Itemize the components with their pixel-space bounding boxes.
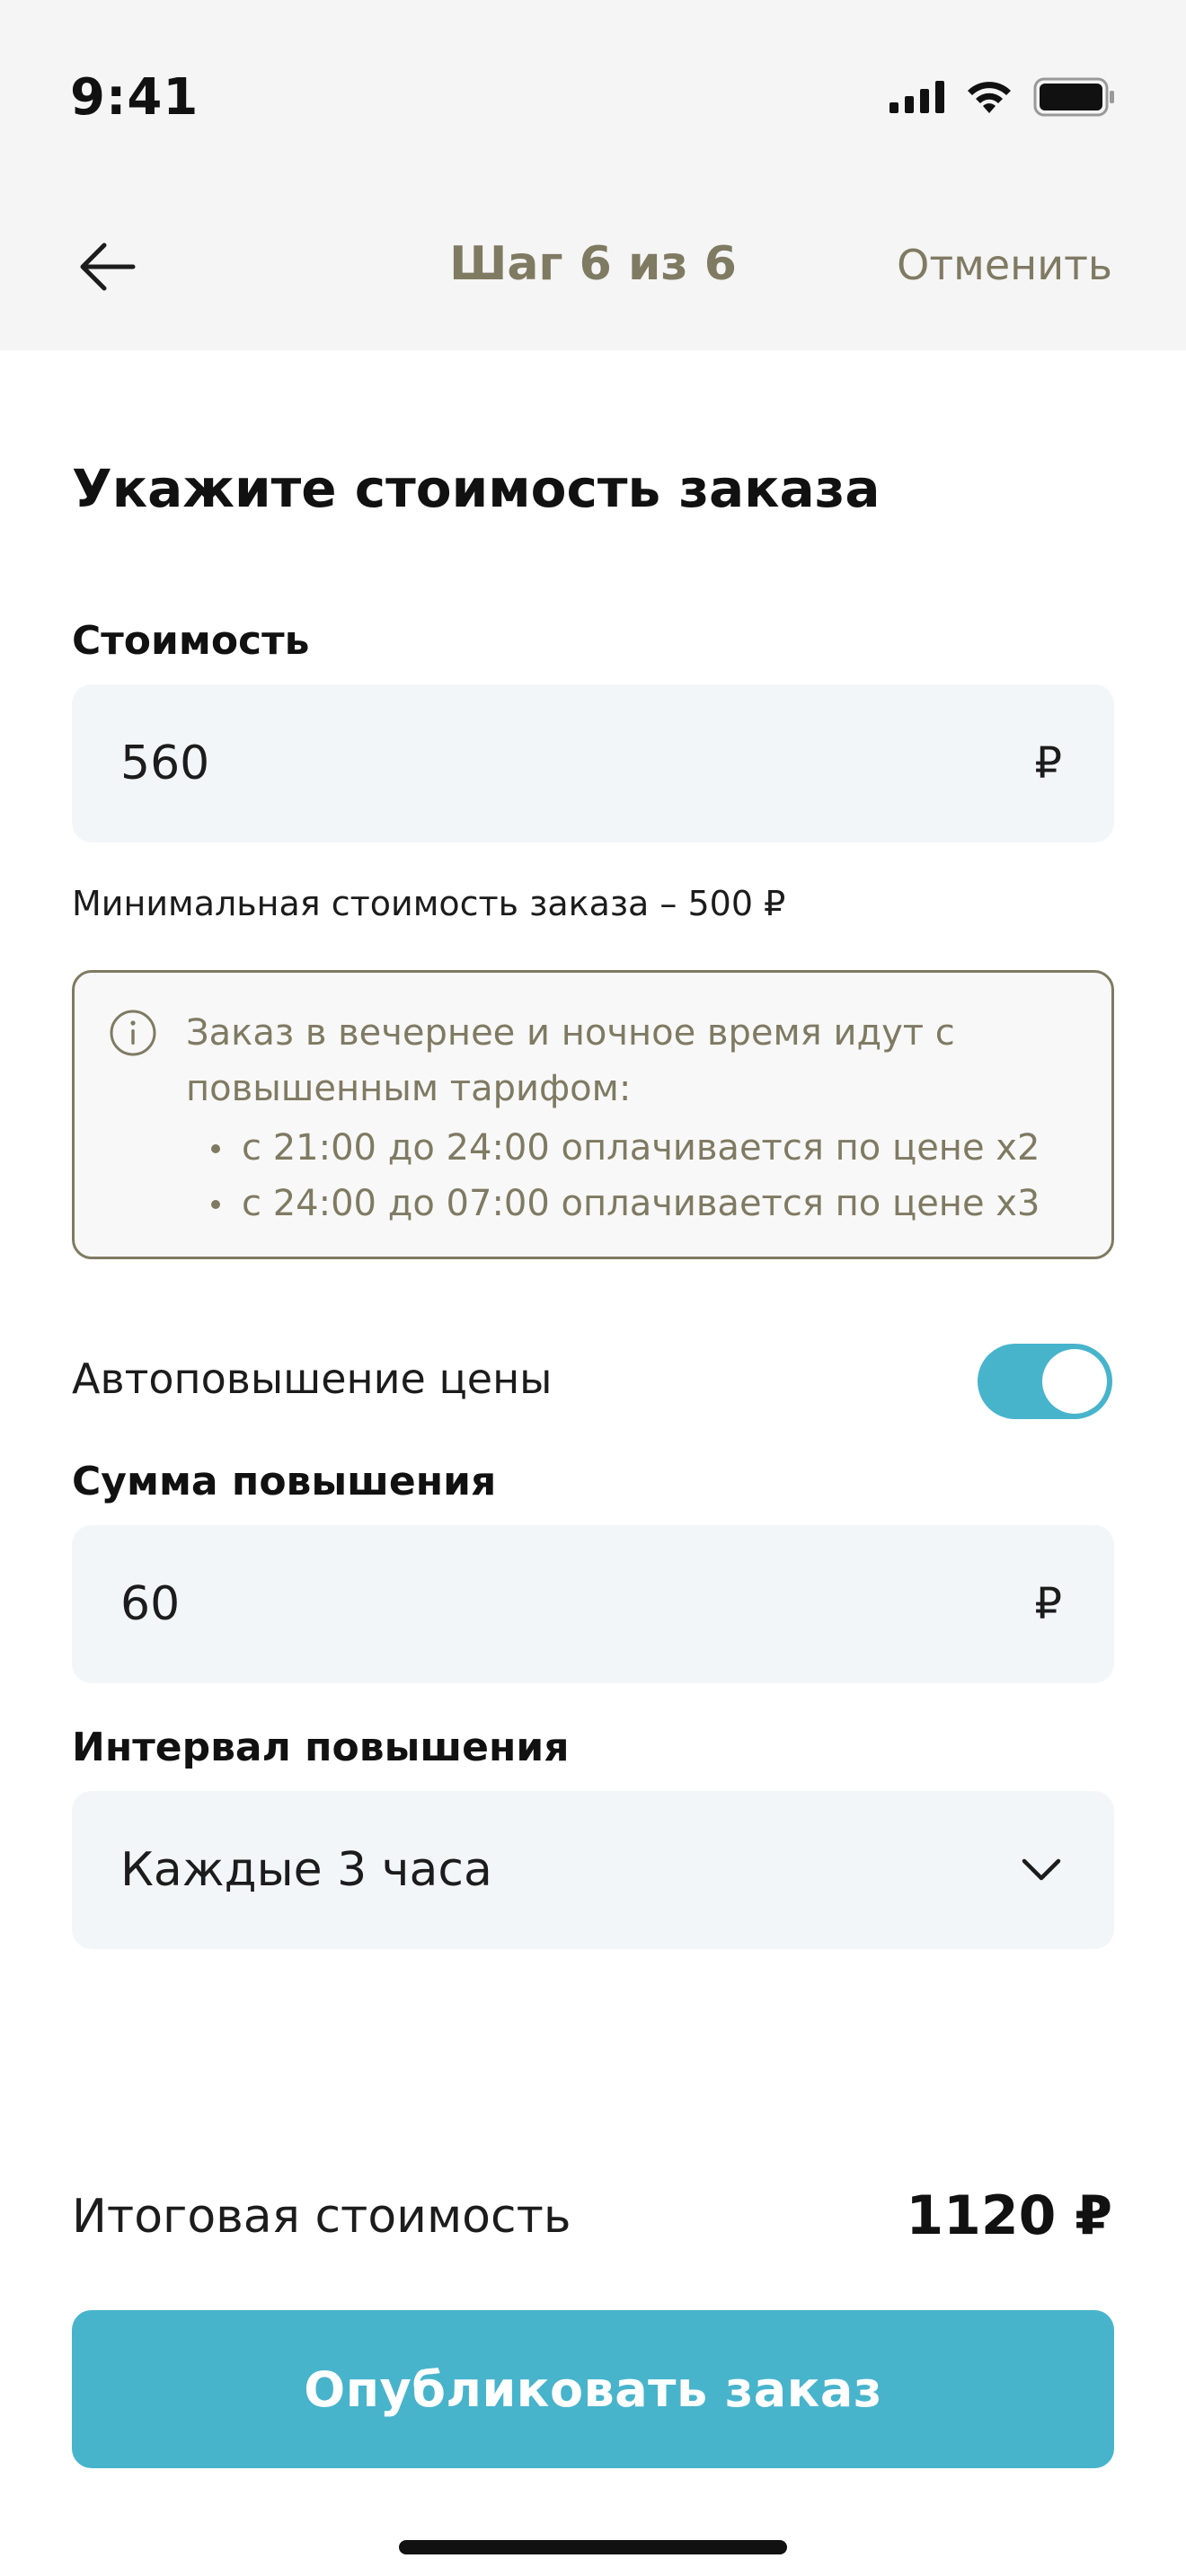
page-title: Укажите стоимость заказа (72, 458, 881, 519)
tariff-info-text: Заказ в вечернее и ночное время идут с п… (186, 1005, 1049, 1231)
auto-raise-toggle[interactable] (978, 1344, 1112, 1419)
raise-interval-value: Каждые 3 часа (120, 1843, 492, 1897)
tariff-item: с 21:00 до 24:00 оплачивается по цене х2 (186, 1120, 1049, 1176)
price-label: Стоимость (72, 618, 310, 664)
raise-amount-label: Сумма повышения (72, 1459, 497, 1504)
ruble-icon: ₽ (1034, 1579, 1062, 1629)
battery-icon (1033, 77, 1114, 117)
raise-amount-value: 60 (120, 1577, 181, 1631)
ruble-icon: ₽ (1034, 738, 1062, 789)
top-bar: 9:41 Шаг 6 из 6 Отменить (0, 0, 1186, 350)
tariff-list: с 21:00 до 24:00 оплачивается по цене х2… (186, 1120, 1049, 1231)
status-icons (890, 77, 1116, 117)
min-price-hint: Минимальная стоимость заказа – 500 ₽ (72, 884, 786, 923)
publish-order-button[interactable]: Опубликовать заказ (72, 2310, 1114, 2468)
total-value: 1120 ₽ (906, 2184, 1112, 2247)
home-indicator (399, 2540, 787, 2554)
price-input[interactable]: 560 ₽ (72, 684, 1114, 842)
raise-interval-label: Интервал повышения (72, 1725, 570, 1770)
toggle-knob (1042, 1349, 1107, 1414)
raise-amount-input[interactable]: 60 ₽ (72, 1525, 1114, 1683)
cellular-signal-icon (890, 81, 944, 113)
status-time: 9:41 (70, 68, 199, 127)
tariff-info-box: Заказ в вечернее и ночное время идут с п… (72, 970, 1114, 1259)
info-icon (110, 1010, 156, 1056)
price-value: 560 (120, 737, 210, 790)
tariff-info-description: Заказ в вечернее и ночное время идут с п… (186, 1012, 955, 1109)
wifi-icon (968, 82, 1011, 113)
raise-interval-select[interactable]: Каждые 3 часа (72, 1791, 1114, 1949)
total-label: Итоговая стоимость (72, 2190, 571, 2244)
tariff-item: с 24:00 до 07:00 оплачивается по цене х3 (186, 1176, 1049, 1231)
cancel-button[interactable]: Отменить (897, 241, 1112, 289)
chevron-down-icon (1022, 1858, 1061, 1881)
auto-raise-label: Автоповышение цены (72, 1354, 553, 1403)
